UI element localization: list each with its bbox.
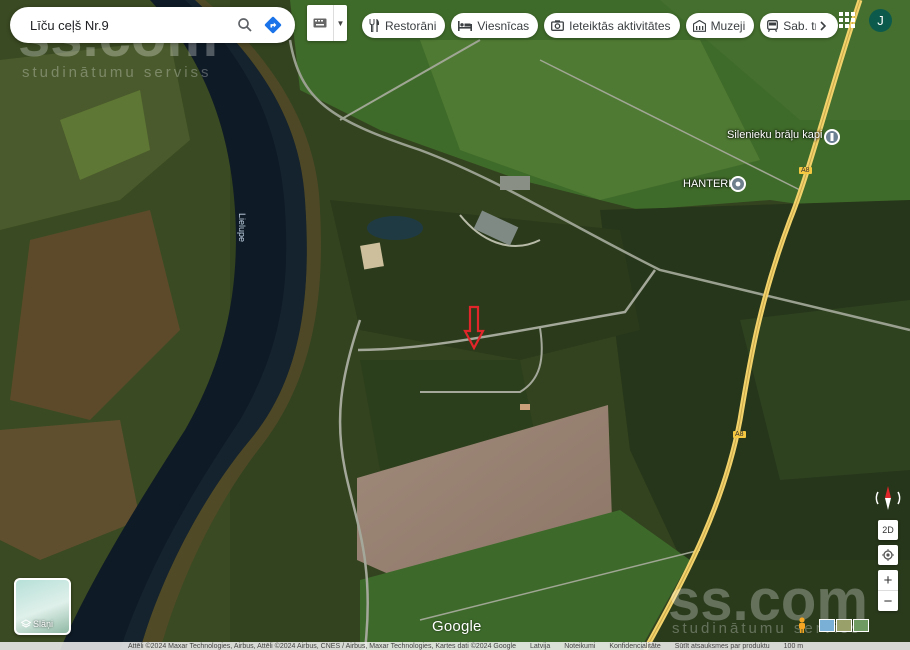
tilt-toggle-button[interactable]: 2D	[878, 520, 898, 540]
camera-icon	[551, 20, 565, 31]
account-avatar[interactable]: J	[869, 9, 892, 32]
place-name: HANTERI	[683, 178, 732, 190]
place-label-silenieku[interactable]: Silenieku brāļu kapi	[727, 129, 822, 141]
my-location-button[interactable]	[878, 545, 898, 565]
bed-icon	[458, 20, 473, 31]
place-pin-icon[interactable]	[729, 175, 747, 193]
chip-hotels[interactable]: Viesnīcas	[451, 13, 539, 38]
chip-activities[interactable]: Ieteiktās aktivitātes	[544, 13, 680, 38]
satellite-map[interactable]	[0, 0, 910, 650]
privacy-link[interactable]: Konfidencialitāte	[609, 643, 660, 650]
input-tools-button[interactable]: ▼	[307, 5, 347, 41]
terms-link[interactable]: Noteikumi	[564, 643, 595, 650]
search-box[interactable]	[10, 7, 295, 43]
scale-label[interactable]: 100 m	[784, 643, 803, 650]
museum-icon	[692, 19, 706, 32]
search-icon	[238, 18, 252, 32]
chip-label: Sab. tr	[783, 18, 819, 33]
directions-icon	[264, 16, 282, 34]
thumbnail[interactable]	[853, 619, 869, 632]
chevron-down-icon[interactable]: ▼	[333, 5, 347, 41]
chip-label: Muzeji	[710, 18, 746, 33]
search-button[interactable]	[231, 11, 259, 39]
road-shield: A8	[733, 431, 746, 438]
chip-restaurants[interactable]: Restorāni	[362, 13, 446, 38]
red-arrow-marker	[463, 305, 485, 351]
country-label: Latvija	[529, 642, 551, 650]
layers-label-row: Slāņi	[21, 619, 53, 629]
fork-knife-icon	[369, 19, 380, 32]
apps-grid-icon[interactable]	[839, 12, 855, 28]
search-input[interactable]	[28, 16, 231, 34]
google-logo: Google	[432, 618, 482, 635]
footer-bar: Attēli ©2024 Maxar Technologies, Airbus,…	[0, 642, 910, 650]
pegman-icon[interactable]	[796, 617, 808, 633]
river-label: Lielupe	[237, 213, 247, 243]
place-label-hanteri[interactable]: HANTERI	[683, 178, 731, 190]
chip-label: Ieteiktās aktivitātes	[569, 18, 671, 33]
location-target-icon	[882, 549, 894, 561]
directions-button[interactable]	[259, 11, 287, 39]
thumbnail[interactable]	[819, 619, 835, 632]
transit-icon	[767, 19, 779, 32]
place-name: Silenieku brāļu kapi	[727, 129, 823, 141]
layers-label: Slāņi	[33, 619, 54, 629]
memorial-pin-icon[interactable]	[823, 128, 841, 146]
chip-label: Restorāni	[385, 18, 437, 33]
chip-museums[interactable]: Muzeji	[685, 13, 755, 38]
compass-icon[interactable]	[874, 484, 902, 512]
layers-icon	[21, 619, 31, 628]
chip-transit[interactable]: Sab. tr	[760, 13, 839, 38]
zoom-in-button[interactable]: +	[878, 570, 898, 590]
feedback-link[interactable]: Sūtīt atsauksmes par produktu	[675, 643, 770, 650]
chevron-right-icon[interactable]	[816, 13, 833, 38]
category-chips: Restorāni Viesnīcas Ieteiktās aktivitāte…	[362, 13, 839, 38]
thumbnail[interactable]	[836, 619, 852, 632]
zoom-controls: + −	[878, 570, 898, 611]
layers-button[interactable]: Slāņi	[14, 578, 71, 635]
imagery-thumbnails[interactable]	[819, 619, 869, 632]
road-shield: A8	[799, 167, 812, 174]
attribution-text: Attēli ©2024 Maxar Technologies, Airbus,…	[128, 642, 516, 650]
zoom-out-button[interactable]: −	[878, 591, 898, 611]
chip-label: Viesnīcas	[477, 18, 530, 33]
keyboard-icon	[313, 18, 327, 28]
